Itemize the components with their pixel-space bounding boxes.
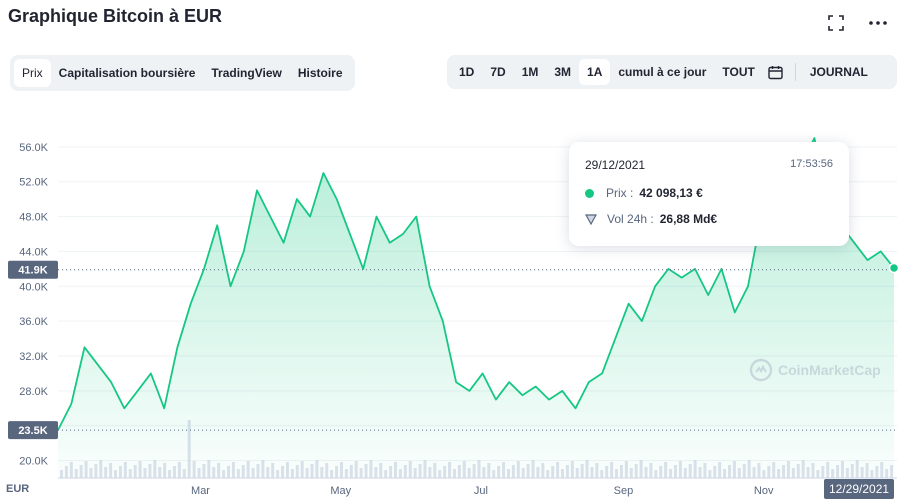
- reference-badge-label: 41.9K: [18, 265, 47, 277]
- y-tick-label: 52.0K: [19, 177, 48, 189]
- tooltip-volume-value: 26,88 Md€: [659, 212, 718, 226]
- coinmarketcap-logo-icon: [749, 358, 773, 382]
- y-tick-label: 40.0K: [19, 281, 48, 293]
- y-tick-label: 44.0K: [19, 246, 48, 258]
- watermark: CoinMarketCap: [749, 358, 881, 382]
- y-tick-label: 56.0K: [19, 142, 48, 154]
- x-tick-label: Nov: [754, 485, 774, 497]
- price-dot-icon: [585, 188, 594, 198]
- currency-label: EUR: [6, 483, 30, 495]
- current-price-marker: [888, 262, 900, 274]
- tooltip-date: 29/12/2021: [585, 158, 646, 172]
- y-tick-label: 48.0K: [19, 212, 48, 224]
- x-tick-label: Mar: [191, 485, 210, 497]
- x-tick-label: Sep: [614, 485, 634, 497]
- reference-badge-label: 23.5K: [18, 425, 47, 437]
- y-tick-label: 32.0K: [19, 351, 48, 363]
- y-tick-label: 28.0K: [19, 386, 48, 398]
- tooltip-time: 17:53:56: [790, 158, 833, 170]
- current-date-badge: 12/29/2021: [824, 479, 895, 499]
- price-tooltip: 29/12/2021 17:53:56 Prix : 42 098,13 € V…: [569, 142, 849, 246]
- tooltip-price-label: Prix :: [606, 186, 634, 200]
- tooltip-volume-label: Vol 24h :: [607, 212, 654, 226]
- watermark-text: CoinMarketCap: [778, 362, 881, 378]
- price-chart[interactable]: 20.0K24.0K28.0K32.0K36.0K40.0K44.0K48.0K…: [0, 0, 900, 501]
- tooltip-price-value: 42 098,13 €: [639, 186, 703, 200]
- volume-icon: [585, 213, 597, 225]
- y-tick-label: 20.0K: [19, 456, 48, 468]
- y-tick-label: 36.0K: [19, 316, 48, 328]
- x-tick-label: Jul: [474, 485, 488, 497]
- x-tick-label: May: [330, 485, 351, 497]
